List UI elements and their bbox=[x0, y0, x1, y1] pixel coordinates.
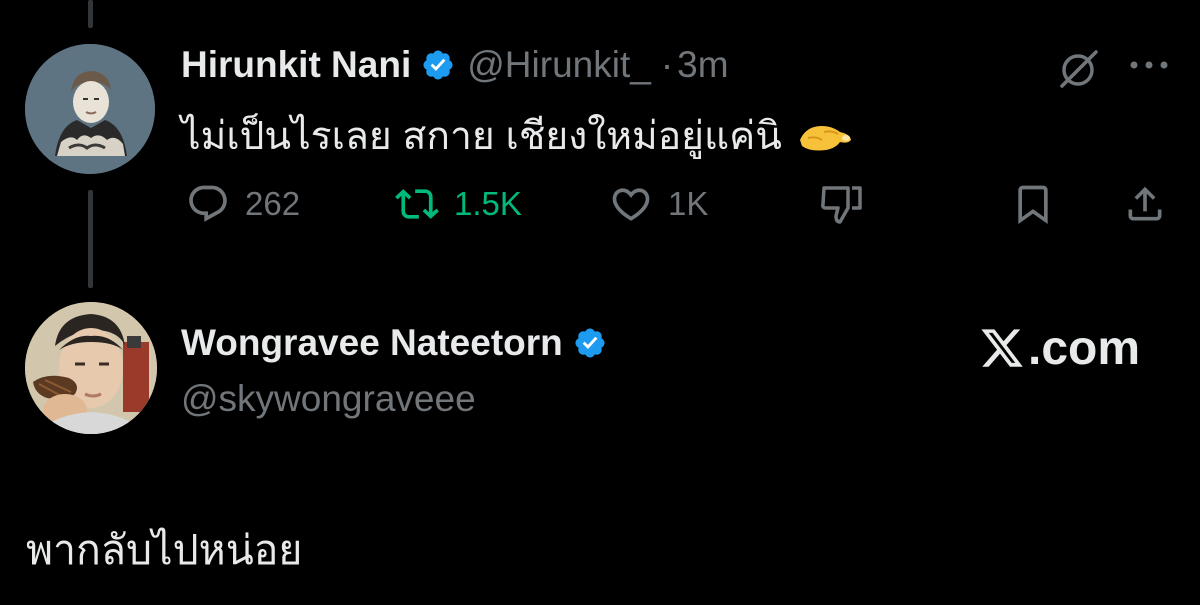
bookmark-icon bbox=[1011, 182, 1055, 226]
heart-icon bbox=[606, 182, 656, 226]
quoted-author-handle[interactable]: @skywongraveee bbox=[181, 378, 607, 420]
dislike-icon bbox=[818, 182, 866, 226]
x-logo-icon bbox=[978, 325, 1026, 371]
brand-text: .com bbox=[1028, 321, 1141, 375]
verified-badge-icon bbox=[573, 326, 607, 360]
tweet-text-content: ไม่เป็นไรเลย สกาย เชียงใหม่อยู่แค่นิ bbox=[181, 115, 782, 158]
author-name[interactable]: Hirunkit Nani bbox=[181, 44, 411, 86]
quoted-author-name[interactable]: Wongravee Nateetorn bbox=[181, 322, 563, 364]
repost-button[interactable]: 1.5K bbox=[392, 176, 522, 232]
dislike-button[interactable] bbox=[818, 176, 866, 232]
avatar[interactable] bbox=[25, 302, 157, 434]
brand-watermark: .com bbox=[978, 318, 1140, 378]
verified-badge-icon bbox=[421, 48, 455, 82]
tweet-header: Hirunkit Nani @Hirunkit_ · 3m bbox=[181, 40, 729, 90]
tweet-text: ไม่เป็นไรเลย สกาย เชียงใหม่อยู่แค่นิ bbox=[181, 105, 854, 167]
reply-button[interactable]: 262 bbox=[183, 176, 300, 232]
avatar[interactable] bbox=[25, 44, 155, 174]
share-button[interactable] bbox=[1123, 176, 1167, 232]
timestamp[interactable]: 3m bbox=[677, 44, 728, 86]
reply-count: 262 bbox=[245, 185, 301, 222]
more-icon[interactable] bbox=[1128, 58, 1170, 72]
like-button[interactable]: 1K bbox=[606, 176, 708, 232]
quoted-tweet-text: พากลับไปหน่อย bbox=[26, 527, 303, 573]
quoted-author-header: Wongravee Nateetorn @skywongraveee bbox=[181, 318, 607, 420]
thread-line-top bbox=[88, 0, 93, 28]
repost-count: 1.5K bbox=[454, 185, 522, 222]
bookmark-button[interactable] bbox=[1011, 176, 1055, 232]
grok-icon[interactable] bbox=[1056, 48, 1100, 88]
reply-icon bbox=[183, 182, 233, 226]
share-icon bbox=[1123, 182, 1167, 226]
repost-icon bbox=[392, 182, 442, 226]
separator-dot: · bbox=[660, 44, 674, 85]
action-bar: 262 1.5K 1K bbox=[0, 176, 1200, 232]
pinching-hand-emoji bbox=[796, 114, 854, 158]
author-handle[interactable]: @Hirunkit_ bbox=[467, 44, 651, 86]
like-count: 1K bbox=[668, 185, 709, 222]
